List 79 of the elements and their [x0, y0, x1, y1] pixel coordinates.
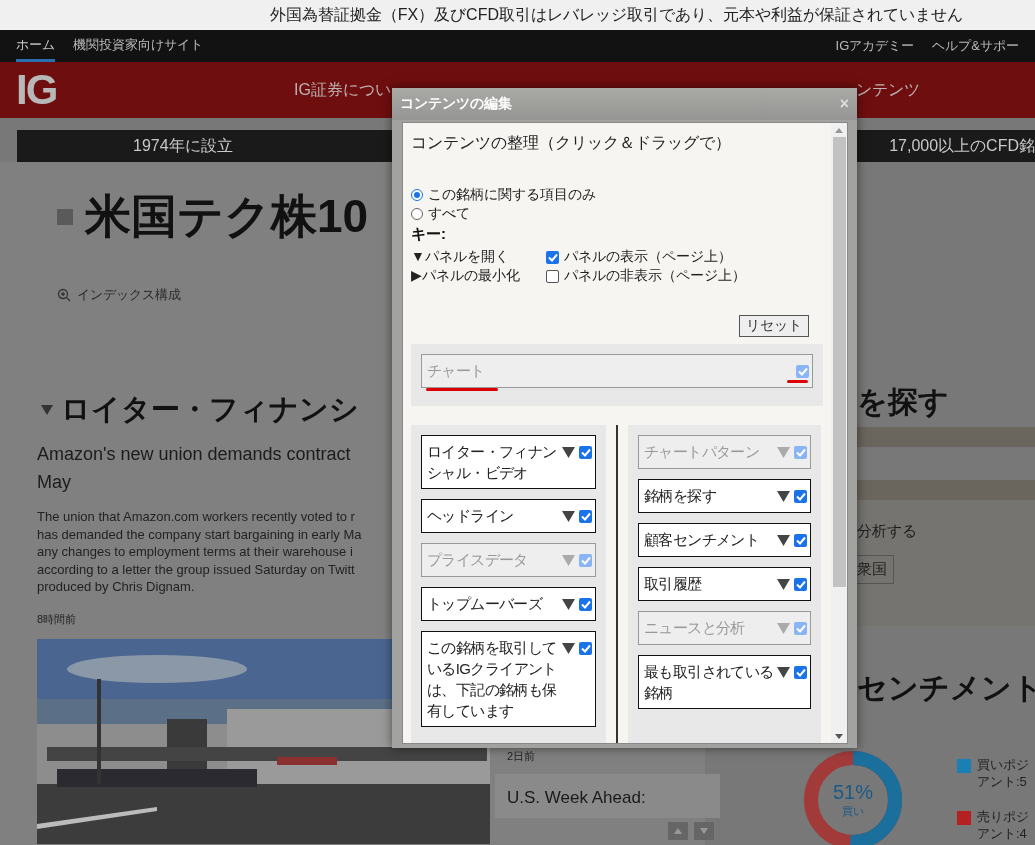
underline-mark [426, 388, 498, 391]
reset-button[interactable]: リセット [739, 315, 809, 337]
disclaimer-text: 外国為替証拠金（FX）及びCFD取引はレバレッジ取引であり、元本や利益が保証されていません [269, 4, 963, 25]
key-text: パネルの非表示（ページ上） [564, 267, 746, 285]
caret-icon [562, 446, 575, 458]
panel-item[interactable]: 最も取引されている銘柄 [638, 655, 811, 709]
article-headline[interactable]: Amazon's new union demands contract [37, 440, 351, 468]
checkbox[interactable] [579, 597, 592, 611]
square-icon [57, 209, 73, 225]
dialog-heading: コンテンツの整理（クリック＆ドラッグで） [411, 133, 732, 153]
radio-button[interactable] [411, 208, 423, 220]
checkbox[interactable] [794, 577, 807, 591]
article-summary: according to a letter the group issued Saturday on Twitt [37, 560, 355, 578]
checkbox[interactable] [546, 250, 559, 264]
caret-icon [562, 510, 575, 522]
legend-text: 買いポジ [977, 756, 1029, 773]
scrollbar-thumb[interactable] [832, 137, 846, 587]
caret-icon [777, 578, 790, 590]
key-text: ▼パネルを開く [411, 248, 510, 266]
article-headline[interactable]: U.S. Week Ahead: [495, 774, 720, 818]
caret-icon [562, 554, 575, 566]
checkbox[interactable] [794, 489, 807, 503]
section-title: ロイター・フィナンシ [61, 392, 359, 427]
radio-button[interactable] [411, 189, 423, 201]
radio-label[interactable]: この銘柄に関する項目のみ [428, 186, 596, 204]
nav-link[interactable]: 機関投資家向けサイト [73, 30, 203, 62]
legend-text: アント:5 [977, 773, 1028, 790]
legend-text: アント:4 [977, 825, 1028, 842]
caret-icon [562, 598, 575, 610]
zoom-in-icon [57, 288, 71, 302]
caret-icon [777, 446, 790, 458]
nav-link[interactable]: ヘルプ&サポー [932, 37, 1019, 55]
article-summary: The union that Amazon.com workers recently voted to r [37, 508, 355, 526]
caret-icon [777, 490, 790, 502]
checkbox[interactable] [579, 641, 592, 655]
nav-link[interactable]: IGアカデミー [835, 37, 915, 55]
key-title: キー: [411, 225, 447, 244]
radio-label[interactable]: すべて [428, 205, 470, 223]
analysis-text: 分析する [857, 522, 918, 541]
down-arrow-icon [700, 828, 708, 834]
article-summary: has demanded the company start bargaining in early Ma [37, 525, 362, 543]
checkbox[interactable] [794, 665, 807, 679]
info-text: 1974年に設立 [133, 135, 233, 156]
panel-item[interactable]: 銘柄を探す [638, 479, 811, 513]
legend-text: 売りポジ [977, 808, 1029, 825]
panel-item[interactable]: トップムーバーズ [421, 587, 596, 621]
section-title: を探す [857, 384, 950, 420]
index-link[interactable]: インデックス構成 [77, 286, 181, 304]
timestamp: 8時間前 [37, 611, 77, 627]
caret-icon [777, 534, 790, 546]
nav-link[interactable]: IG証券につい [294, 79, 391, 101]
article-summary: any changes to employment terms at their warehouse i [37, 543, 353, 561]
logo[interactable]: IG [16, 66, 60, 114]
article-headline[interactable]: May [37, 468, 71, 496]
underline-mark [787, 380, 808, 383]
panel-item[interactable]: ロイター・フィナンシャル・ビデオ [421, 435, 596, 489]
checkbox[interactable] [579, 509, 592, 523]
dialog-title: コンテンツの編集 [400, 95, 513, 113]
checkbox[interactable] [579, 445, 592, 459]
page-title: 米国テク株10 [85, 189, 369, 244]
panel-item[interactable]: この銘柄を取引しているIGクライアントは、下記の銘柄も保有しています [421, 631, 596, 727]
nav-link[interactable]: ンテンツ [855, 79, 920, 101]
checkbox[interactable] [794, 533, 807, 547]
checkbox[interactable] [546, 269, 559, 283]
panel-item[interactable]: 取引履歴 [638, 567, 811, 601]
caret-icon [777, 622, 790, 634]
caret-icon [777, 666, 790, 678]
key-text: ▶パネルの最小化 [411, 267, 521, 285]
caret-icon [562, 642, 575, 654]
key-text: パネルの表示（ページ上） [564, 248, 732, 266]
info-text: 17,000以上のCFD銘 [889, 135, 1035, 156]
article-summary: produced by Chris Dignam. [37, 578, 195, 596]
percent-caption: 買い [842, 804, 864, 819]
panel-item[interactable]: 顧客センチメント [638, 523, 811, 557]
timestamp: 2日前 [506, 749, 537, 764]
up-arrow-icon [674, 828, 682, 834]
caret-icon[interactable] [41, 405, 53, 415]
panel-item[interactable]: ヘッドライン [421, 499, 596, 533]
percent-label: 51% [833, 781, 873, 804]
